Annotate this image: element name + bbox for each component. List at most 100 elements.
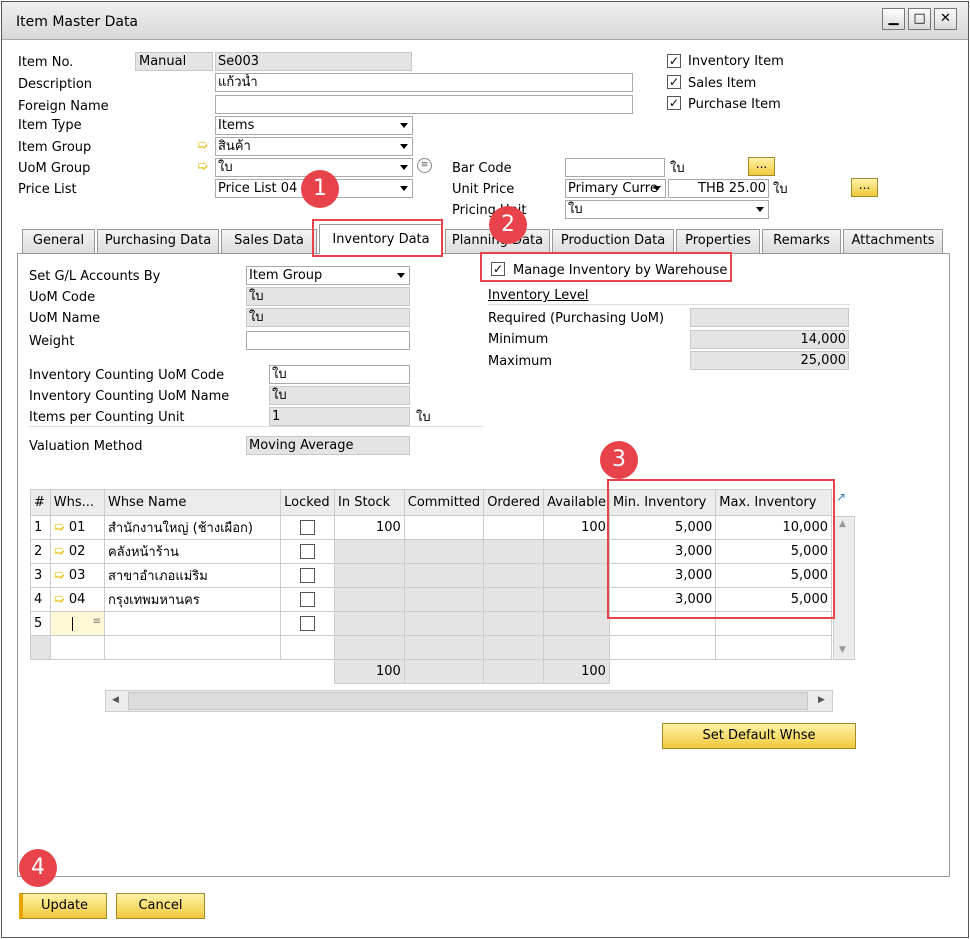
- available-cell: [543, 587, 610, 612]
- col-header-available[interactable]: Available: [543, 489, 610, 516]
- locked-cell[interactable]: [280, 539, 335, 564]
- set-default-whse-button[interactable]: Set Default Whse: [662, 723, 856, 749]
- col-header-num[interactable]: #: [30, 489, 51, 516]
- locked-checkbox[interactable]: [300, 616, 316, 631]
- sales-item-checkbox[interactable]: ✓: [667, 75, 681, 89]
- maximize-icon[interactable]: □: [908, 8, 931, 30]
- locked-cell[interactable]: [280, 515, 335, 540]
- total-available: 100: [543, 659, 610, 684]
- weight-field[interactable]: [246, 331, 410, 350]
- link-arrow-icon[interactable]: ➯: [54, 592, 65, 607]
- weight-label: Weight: [29, 334, 75, 349]
- whs-code-cell[interactable]: ➯ 01: [49, 515, 105, 540]
- unit-price-ellipsis-button[interactable]: ...: [851, 178, 878, 197]
- pricing-unit-select[interactable]: ใบ: [565, 200, 769, 219]
- item-no-series[interactable]: Manual: [135, 52, 213, 71]
- locked-cell[interactable]: [280, 587, 335, 612]
- description-field[interactable]: แก้วน้ำ: [215, 73, 633, 92]
- locked-cell[interactable]: [280, 611, 335, 636]
- currency-select[interactable]: Primary Curre: [565, 179, 666, 198]
- inventory-item-checkbox[interactable]: ✓: [667, 54, 681, 68]
- tab-sales-data[interactable]: Sales Data: [221, 229, 317, 253]
- tab-general[interactable]: General: [22, 229, 95, 253]
- row-num: 1: [30, 515, 51, 540]
- tab-properties[interactable]: Properties: [676, 229, 760, 253]
- tab-attachments[interactable]: Attachments: [843, 229, 943, 253]
- scroll-up-icon[interactable]: ▲: [839, 519, 846, 529]
- horizontal-scrollbar[interactable]: ◀ ▶: [105, 690, 833, 712]
- purchase-item-checkbox[interactable]: ✓: [667, 96, 681, 110]
- link-arrow-icon[interactable]: ➯: [54, 520, 65, 535]
- bar-code-ellipsis-button[interactable]: ...: [748, 157, 775, 176]
- required-field[interactable]: [690, 308, 849, 327]
- uom-code-label: UoM Code: [29, 290, 96, 305]
- in-stock-cell: [334, 587, 405, 612]
- scroll-left-icon[interactable]: ◀: [112, 695, 119, 705]
- minimize-icon[interactable]: ▁: [882, 8, 905, 30]
- tab-production-data[interactable]: Production Data: [552, 229, 674, 253]
- set-gl-label: Set G/L Accounts By: [29, 269, 161, 284]
- unit-price-field[interactable]: THB 25.00: [668, 179, 769, 198]
- minimum-field[interactable]: 14,000: [690, 330, 849, 349]
- link-arrow-icon[interactable]: ➯: [54, 544, 65, 559]
- col-header-ordered[interactable]: Ordered: [483, 489, 545, 516]
- link-arrow-icon[interactable]: ➯: [197, 138, 208, 154]
- link-arrow-icon[interactable]: ➯: [197, 159, 208, 175]
- row-num: 3: [30, 563, 51, 588]
- bar-code-unit: ใบ: [670, 161, 685, 176]
- whs-code: 02: [68, 544, 86, 559]
- uom-name-field[interactable]: ใบ: [246, 308, 410, 327]
- scroll-down-icon[interactable]: ▼: [839, 645, 846, 655]
- set-gl-select[interactable]: Item Group: [246, 266, 410, 285]
- item-no-field[interactable]: Se003: [215, 52, 412, 71]
- locked-checkbox[interactable]: [300, 592, 316, 607]
- item-group-select[interactable]: สินค้า: [215, 137, 413, 156]
- locked-checkbox[interactable]: [300, 544, 316, 559]
- whs-code-cell[interactable]: ➯ 03: [49, 563, 105, 588]
- expand-icon[interactable]: ↗: [836, 490, 846, 504]
- sales-item-label: Sales Item: [688, 76, 757, 91]
- col-header-locked[interactable]: Locked: [280, 489, 335, 516]
- in-stock-cell: [334, 563, 405, 588]
- col-header-whse-name[interactable]: Whse Name: [103, 489, 282, 516]
- col-header-in-stock[interactable]: In Stock: [334, 489, 405, 516]
- list-icon[interactable]: ≡: [93, 616, 101, 627]
- link-arrow-icon[interactable]: ➯: [54, 568, 65, 583]
- count-uom-name-field[interactable]: ใบ: [269, 386, 410, 405]
- tab-remarks[interactable]: Remarks: [762, 229, 841, 253]
- item-type-select[interactable]: Items: [215, 116, 413, 135]
- committed-cell: [403, 587, 485, 612]
- vertical-scrollbar[interactable]: ▲ ▼: [833, 516, 855, 660]
- in-stock-cell: [334, 611, 405, 636]
- whs-code-cell[interactable]: ➯ 04: [49, 587, 105, 612]
- locked-checkbox[interactable]: [300, 568, 316, 583]
- items-per-count-field[interactable]: 1: [269, 407, 410, 426]
- ordered-cell: [483, 587, 545, 612]
- whs-code-cell[interactable]: ➯ 02: [49, 539, 105, 564]
- foreign-name-field[interactable]: [215, 95, 633, 114]
- step-badge-2: 2: [489, 206, 527, 244]
- scroll-right-icon[interactable]: ▶: [818, 695, 825, 705]
- whs-code: 04: [68, 592, 86, 607]
- close-icon[interactable]: ✕: [934, 8, 957, 30]
- maximum-field[interactable]: 25,000: [690, 351, 849, 370]
- uom-code-field[interactable]: ใบ: [246, 287, 410, 306]
- item-type-label: Item Type: [18, 118, 82, 133]
- row-num: 2: [30, 539, 51, 564]
- count-uom-code-field[interactable]: ใบ: [269, 365, 410, 384]
- inventory-item-label: Inventory Item: [688, 54, 784, 69]
- valuation-field[interactable]: Moving Average: [246, 436, 410, 455]
- cancel-button[interactable]: Cancel: [116, 893, 205, 919]
- whs-code-input[interactable]: ≡: [49, 611, 105, 636]
- tab-purchasing-data[interactable]: Purchasing Data: [97, 229, 219, 253]
- locked-checkbox[interactable]: [300, 520, 316, 535]
- purchase-item-label: Purchase Item: [688, 97, 781, 112]
- locked-cell[interactable]: [280, 563, 335, 588]
- list-icon[interactable]: ≡: [417, 158, 432, 173]
- update-button[interactable]: Update: [19, 893, 107, 919]
- col-header-committed[interactable]: Committed: [403, 489, 485, 516]
- scroll-thumb[interactable]: [128, 692, 808, 710]
- step-badge-4: 4: [19, 849, 57, 887]
- bar-code-field[interactable]: [565, 158, 665, 177]
- col-header-whs[interactable]: Whs...: [49, 489, 105, 516]
